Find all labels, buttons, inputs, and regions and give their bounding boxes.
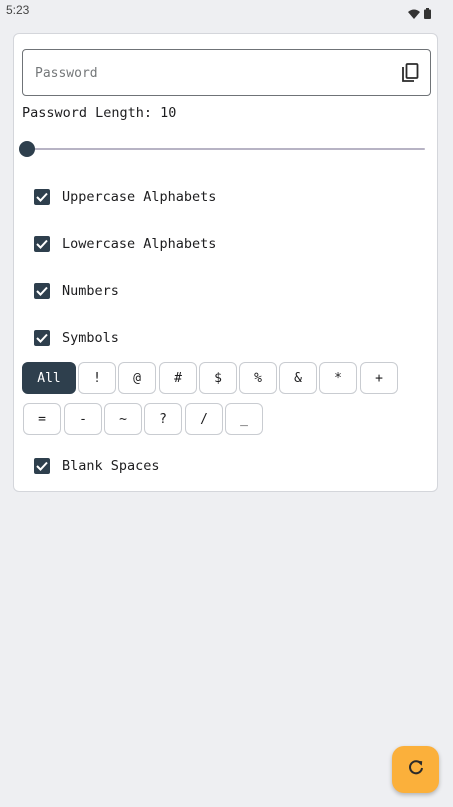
copy-button[interactable] <box>399 62 421 84</box>
symbol-chip-equals[interactable]: = <box>23 403 61 435</box>
symbol-chip-slash[interactable]: / <box>185 403 223 435</box>
status-icons <box>408 4 431 23</box>
password-field <box>22 49 431 96</box>
checkmark-icon <box>36 286 48 296</box>
uppercase-label: Uppercase Alphabets <box>62 189 217 205</box>
status-bar: 5:23 <box>0 0 453 20</box>
blank-spaces-label: Blank Spaces <box>62 458 160 474</box>
symbol-chip-plus[interactable]: + <box>360 362 398 394</box>
blank-spaces-checkbox[interactable] <box>34 458 50 474</box>
checkmark-icon <box>36 192 48 202</box>
symbol-chip-hash[interactable]: # <box>159 362 197 394</box>
battery-icon <box>424 4 431 23</box>
uppercase-checkbox[interactable] <box>34 189 50 205</box>
symbol-chip-asterisk[interactable]: * <box>319 362 357 394</box>
symbol-chip-at[interactable]: @ <box>118 362 156 394</box>
password-length-label: Password Length: 10 <box>22 105 177 121</box>
generator-card: Password Length: 10 Uppercase Alphabets … <box>13 33 438 492</box>
copy-icon <box>399 63 421 88</box>
refresh-icon <box>407 759 425 781</box>
password-length-slider[interactable] <box>19 140 425 158</box>
password-input[interactable] <box>35 63 375 83</box>
regenerate-button[interactable] <box>392 746 439 793</box>
wifi-icon <box>408 4 420 23</box>
numbers-label: Numbers <box>62 283 119 299</box>
option-lowercase[interactable]: Lowercase Alphabets <box>34 234 216 254</box>
symbol-chip-question[interactable]: ? <box>144 403 182 435</box>
symbol-chip-dollar[interactable]: $ <box>199 362 237 394</box>
symbol-chip-hyphen[interactable]: - <box>64 403 102 435</box>
symbol-chip-underscore[interactable]: _ <box>225 403 263 435</box>
status-time: 5:23 <box>6 3 30 17</box>
symbol-chip-tilde[interactable]: ~ <box>104 403 142 435</box>
option-uppercase[interactable]: Uppercase Alphabets <box>34 187 216 207</box>
lowercase-label: Lowercase Alphabets <box>62 236 217 252</box>
slider-thumb[interactable] <box>19 141 35 157</box>
option-numbers[interactable]: Numbers <box>34 281 119 301</box>
symbol-chip-ampersand[interactable]: & <box>279 362 317 394</box>
checkmark-icon <box>36 461 48 471</box>
symbols-label: Symbols <box>62 330 119 346</box>
checkmark-icon <box>36 333 48 343</box>
slider-track <box>27 148 425 150</box>
symbol-chip-exclamation[interactable]: ! <box>78 362 116 394</box>
symbol-chip-percent[interactable]: % <box>239 362 277 394</box>
symbol-chip-all[interactable]: All <box>22 362 76 394</box>
lowercase-checkbox[interactable] <box>34 236 50 252</box>
checkmark-icon <box>36 239 48 249</box>
numbers-checkbox[interactable] <box>34 283 50 299</box>
option-blank-spaces[interactable]: Blank Spaces <box>34 456 160 476</box>
symbols-checkbox[interactable] <box>34 330 50 346</box>
option-symbols[interactable]: Symbols <box>34 328 119 348</box>
